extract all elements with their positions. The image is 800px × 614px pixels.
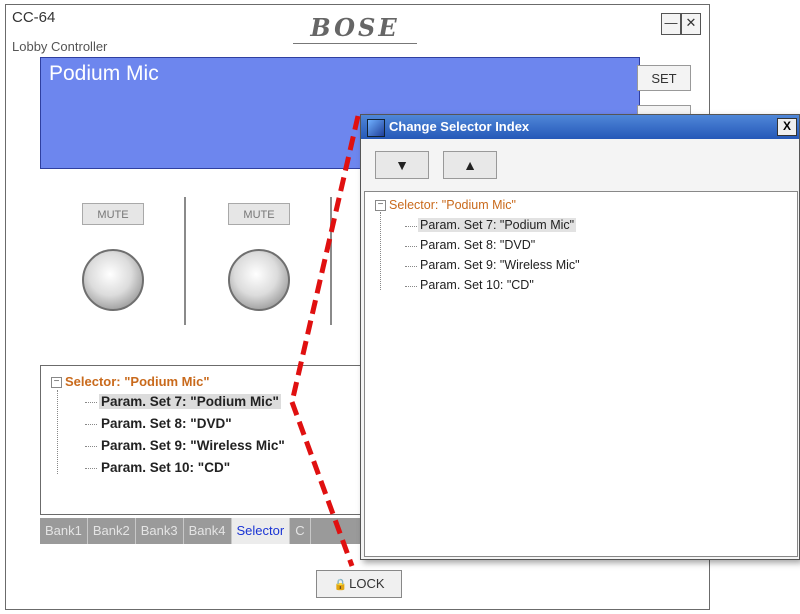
annotation-line-top bbox=[289, 115, 361, 403]
annotation-overlay bbox=[289, 115, 361, 567]
annotation-line-bottom bbox=[289, 401, 355, 567]
